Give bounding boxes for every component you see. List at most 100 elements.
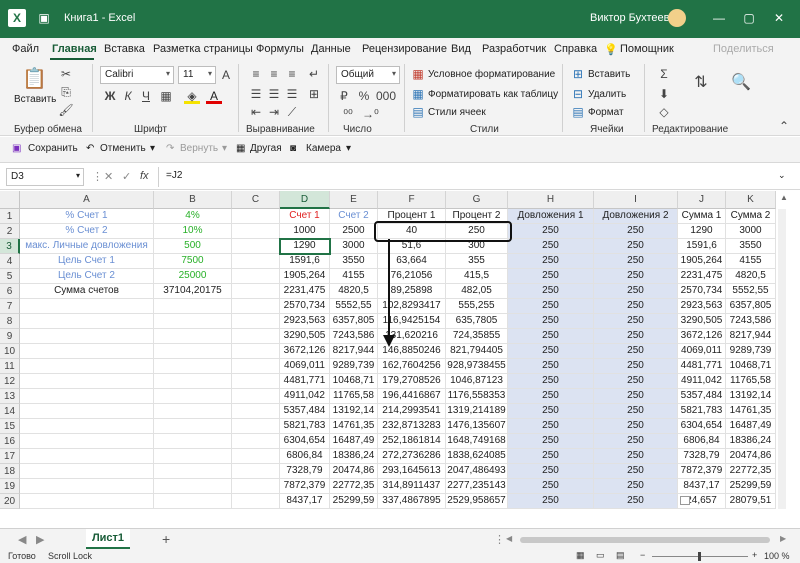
chevron-down-icon[interactable]: ▾ xyxy=(150,143,155,154)
data-cell[interactable]: 2231,475 xyxy=(280,284,330,299)
row-header[interactable]: 3 xyxy=(0,239,20,254)
data-cell[interactable]: 250 xyxy=(508,434,594,449)
data-cell[interactable]: 2500 xyxy=(330,224,378,239)
redo-button[interactable]: Вернуть xyxy=(180,143,218,154)
data-cell[interactable]: 1648,749168 xyxy=(446,434,508,449)
data-cell[interactable]: 250 xyxy=(508,344,594,359)
data-cell[interactable]: 14761,35 xyxy=(330,419,378,434)
other-button[interactable]: Другая xyxy=(250,143,282,154)
label-cell[interactable]: Цель Счет 2 xyxy=(20,269,154,284)
column-title-cell[interactable]: Счет 1 xyxy=(280,209,330,224)
grid-cell[interactable] xyxy=(154,449,232,464)
data-cell[interactable]: 482,05 xyxy=(446,284,508,299)
hscroll-right-icon[interactable]: ▶ xyxy=(780,534,786,543)
data-cell[interactable]: 232,8713283 xyxy=(378,419,446,434)
data-cell[interactable]: 3290,505 xyxy=(280,329,330,344)
row-header[interactable]: 13 xyxy=(0,389,20,404)
column-header[interactable]: J xyxy=(678,191,726,209)
label-cell[interactable]: макс. Личные довложения xyxy=(20,239,154,254)
menu-assistant[interactable]: Помощник xyxy=(620,43,674,55)
bold-button[interactable]: Ж xyxy=(102,88,118,104)
data-cell[interactable]: 4481,771 xyxy=(280,374,330,389)
grid-cell[interactable] xyxy=(232,464,280,479)
data-cell[interactable]: 4069,011 xyxy=(280,359,330,374)
data-cell[interactable]: 2923,563 xyxy=(678,299,726,314)
data-cell[interactable]: 250 xyxy=(508,314,594,329)
data-cell[interactable]: 6806,84 xyxy=(678,434,726,449)
grid-cell[interactable] xyxy=(154,389,232,404)
align-middle-icon[interactable]: ≡ xyxy=(266,66,282,82)
grid-cell[interactable] xyxy=(20,314,154,329)
data-cell[interactable]: 724,35855 xyxy=(446,329,508,344)
grid-cell[interactable] xyxy=(232,404,280,419)
thousands-icon[interactable]: 000 xyxy=(376,88,396,104)
column-title-cell[interactable]: Сумма 1 xyxy=(678,209,726,224)
data-cell[interactable]: 1476,135607 xyxy=(446,419,508,434)
page-break-view-icon[interactable]: ▤ xyxy=(616,550,625,561)
indent-decrease-icon[interactable]: ⇤ xyxy=(248,104,264,120)
data-cell[interactable]: 179,2708526 xyxy=(378,374,446,389)
zoom-thumb[interactable] xyxy=(698,552,701,561)
data-cell[interactable]: 214,2993541 xyxy=(378,404,446,419)
label-cell[interactable]: Сумма счетов xyxy=(20,284,154,299)
column-header[interactable]: C xyxy=(232,191,280,209)
data-cell[interactable]: 4155 xyxy=(726,254,776,269)
merge-icon[interactable]: ⊞ xyxy=(306,86,322,102)
data-cell[interactable]: 11765,58 xyxy=(330,389,378,404)
font-size-select[interactable]: 11 ▾ xyxy=(178,66,216,84)
data-cell[interactable]: 7872,379 xyxy=(280,479,330,494)
data-cell[interactable]: 635,7805 xyxy=(446,314,508,329)
data-cell[interactable]: 7872,379 xyxy=(678,464,726,479)
data-cell[interactable]: 250 xyxy=(594,284,678,299)
data-cell[interactable]: 22772,35 xyxy=(330,479,378,494)
column-title-cell[interactable]: Сумма 2 xyxy=(726,209,776,224)
data-cell[interactable]: 2570,734 xyxy=(678,284,726,299)
data-cell[interactable]: 2231,475 xyxy=(678,269,726,284)
data-cell[interactable]: 3672,126 xyxy=(280,344,330,359)
label-cell[interactable]: % Счет 1 xyxy=(20,209,154,224)
data-cell[interactable]: 250 xyxy=(594,464,678,479)
indent-increase-icon[interactable]: ⇥ xyxy=(266,104,282,120)
data-cell[interactable]: 10468,71 xyxy=(726,359,776,374)
save-button[interactable]: Сохранить xyxy=(28,143,78,154)
scroll-up-icon[interactable]: ▲ xyxy=(780,193,788,202)
grid-cell[interactable] xyxy=(232,329,280,344)
data-cell[interactable]: 250 xyxy=(594,314,678,329)
collapse-ribbon-icon[interactable]: ⌃ xyxy=(776,118,792,134)
data-cell[interactable]: 1905,264 xyxy=(678,254,726,269)
camera-button[interactable]: Камера xyxy=(306,143,341,154)
data-cell[interactable]: 250 xyxy=(594,479,678,494)
data-cell[interactable]: 7243,586 xyxy=(330,329,378,344)
data-cell[interactable]: 293,1645613 xyxy=(378,464,446,479)
data-cell[interactable]: 250 xyxy=(508,464,594,479)
row-header[interactable]: 1 xyxy=(0,209,20,224)
font-name-select[interactable]: Calibri ▾ xyxy=(100,66,174,84)
align-left-icon[interactable]: ☰ xyxy=(248,86,264,102)
data-cell[interactable]: 6304,654 xyxy=(280,434,330,449)
format-cells-button[interactable]: Формат xyxy=(588,107,624,118)
grid-cell[interactable] xyxy=(232,479,280,494)
menu-share[interactable]: Поделиться xyxy=(713,43,774,55)
data-cell[interactable]: 13192,14 xyxy=(726,389,776,404)
grid-cell[interactable] xyxy=(232,359,280,374)
fill-color-icon[interactable]: ◈ xyxy=(184,88,200,104)
align-bottom-icon[interactable]: ≡ xyxy=(284,66,300,82)
grid-cell[interactable] xyxy=(232,449,280,464)
data-cell[interactable]: 250 xyxy=(508,404,594,419)
grid-cell[interactable] xyxy=(20,494,154,509)
column-title-cell[interactable]: Довложения 1 xyxy=(508,209,594,224)
user-name[interactable]: Виктор Бухтеев xyxy=(590,12,669,24)
data-cell[interactable]: 20474,86 xyxy=(726,449,776,464)
grid-cell[interactable] xyxy=(232,389,280,404)
data-cell[interactable]: 250 xyxy=(594,239,678,254)
data-cell[interactable]: 250 xyxy=(508,419,594,434)
grid-cell[interactable] xyxy=(20,344,154,359)
enter-icon[interactable]: ✓ xyxy=(122,170,131,183)
data-cell[interactable]: 272,2736286 xyxy=(378,449,446,464)
close-icon[interactable]: ✕ xyxy=(765,8,793,28)
data-cell[interactable]: 250 xyxy=(594,434,678,449)
data-cell[interactable]: 7328,79 xyxy=(280,464,330,479)
data-cell[interactable]: 4155 xyxy=(330,269,378,284)
data-cell[interactable]: 28079,51 xyxy=(726,494,776,509)
row-header[interactable]: 8 xyxy=(0,314,20,329)
